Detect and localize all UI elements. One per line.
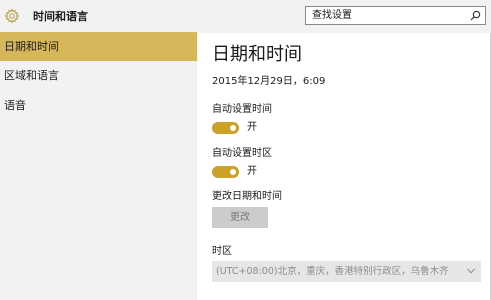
search-icon[interactable] xyxy=(470,10,481,21)
timezone-label: 时区 xyxy=(212,246,232,257)
timezone-select[interactable]: (UTC+08:00)北京，重庆，香港特别行政区，乌鲁木齐 xyxy=(212,261,481,282)
app-header: 时间和语言 xyxy=(0,0,197,33)
sidebar-item-speech[interactable]: 语音 xyxy=(0,91,197,120)
timezone-value: (UTC+08:00)北京，重庆，香港特别行政区，乌鲁木齐 xyxy=(216,266,449,277)
gear-icon xyxy=(4,8,20,24)
toggle-knob xyxy=(230,169,236,175)
change-datetime-label: 更改日期和时间 xyxy=(212,191,282,202)
auto-time-toggle[interactable] xyxy=(212,122,239,134)
sidebar-item-date-time[interactable]: 日期和时间 xyxy=(0,32,197,61)
auto-timezone-state: 开 xyxy=(247,166,257,177)
sidebar-item-region-language[interactable]: 区域和语言 xyxy=(0,61,197,90)
auto-timezone-label: 自动设置时区 xyxy=(212,148,272,159)
toggle-knob xyxy=(230,125,236,131)
search-box[interactable] xyxy=(305,6,486,25)
auto-time-state: 开 xyxy=(247,122,257,133)
app-title: 时间和语言 xyxy=(33,10,88,23)
chevron-down-icon xyxy=(467,268,475,274)
auto-time-label: 自动设置时间 xyxy=(212,104,272,115)
page-title: 日期和时间 xyxy=(212,44,302,65)
settings-window: 时间和语言 日期和时间 区域和语言 语音 日期和时间 2015年12月29日，6… xyxy=(0,0,491,300)
current-datetime: 2015年12月29日，6:09 xyxy=(212,76,326,87)
search-input[interactable] xyxy=(306,7,461,24)
auto-timezone-toggle[interactable] xyxy=(212,166,239,178)
change-button[interactable]: 更改 xyxy=(212,207,268,228)
sidebar: 时间和语言 日期和时间 区域和语言 语音 xyxy=(0,0,197,300)
